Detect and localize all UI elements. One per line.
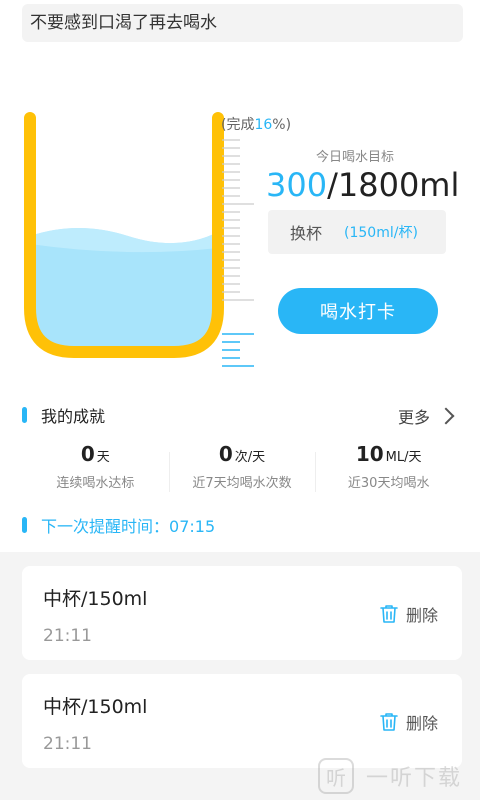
current-intake: 300 [266,166,328,204]
cup-icon [24,112,254,367]
more-link[interactable]: 更多 [398,404,455,428]
scale-ticks [222,139,254,301]
watermark-text: 一听下载 [366,766,463,791]
next-reminder-label: 下一次提醒时间：07:15 [41,517,216,536]
delete-label: 删除 [406,606,439,625]
more-label: 更多 [398,408,431,427]
record-time: 21:11 [43,734,92,754]
delete-button[interactable]: 删除 [380,710,438,734]
change-cup-button[interactable]: 换杯 (150ml/杯) [268,210,446,254]
achievements-header: 我的成就 [22,404,105,426]
record-time: 21:11 [43,626,92,646]
stat-monthly-average: 10 ML/天 近30天均喝水 [315,442,462,502]
achievement-stats: 0天 连续喝水达标 0 次/天 近7天均喝水次数 10 ML/天 近30天均喝水 [22,442,462,502]
completion-percent: (完成16%) [221,117,292,133]
watermark-logo-icon: 听 [318,758,354,794]
record-cup-name: 中杯/150ml [43,588,148,610]
water-cup-illustration [18,108,258,378]
next-reminder: 下一次提醒时间：07:15 [22,514,215,536]
chevron-right-icon [437,407,455,425]
trash-icon [380,605,398,623]
record-card: 中杯/150ml 21:11 删除 [22,566,462,660]
record-card: 中杯/150ml 21:11 删除 [22,674,462,768]
stat-consecutive-days: 0天 连续喝水达标 [56,442,135,491]
daily-goal-value: 300/1800ml [266,166,459,204]
watermark: 听 一听下载 [318,758,462,794]
stat-weekly-frequency: 0 次/天 近7天均喝水次数 [168,442,316,502]
section-marker [22,407,27,423]
drink-checkin-button[interactable]: 喝水打卡 [278,288,438,334]
delete-label: 删除 [406,714,439,733]
next-reminder-time: 07:15 [169,517,216,536]
change-cup-label: 换杯 [290,224,323,243]
daily-goal-label: 今日喝水目标 [316,150,395,165]
record-cup-name: 中杯/150ml [43,696,148,718]
trash-icon [380,713,398,731]
section-marker [22,517,27,533]
goal-target: /1800ml [327,166,460,204]
cup-size: (150ml/杯) [344,225,418,241]
achievements-title: 我的成就 [41,407,106,426]
tip-bar: 不要感到口渴了再去喝水 [22,4,463,42]
delete-button[interactable]: 删除 [380,602,438,626]
